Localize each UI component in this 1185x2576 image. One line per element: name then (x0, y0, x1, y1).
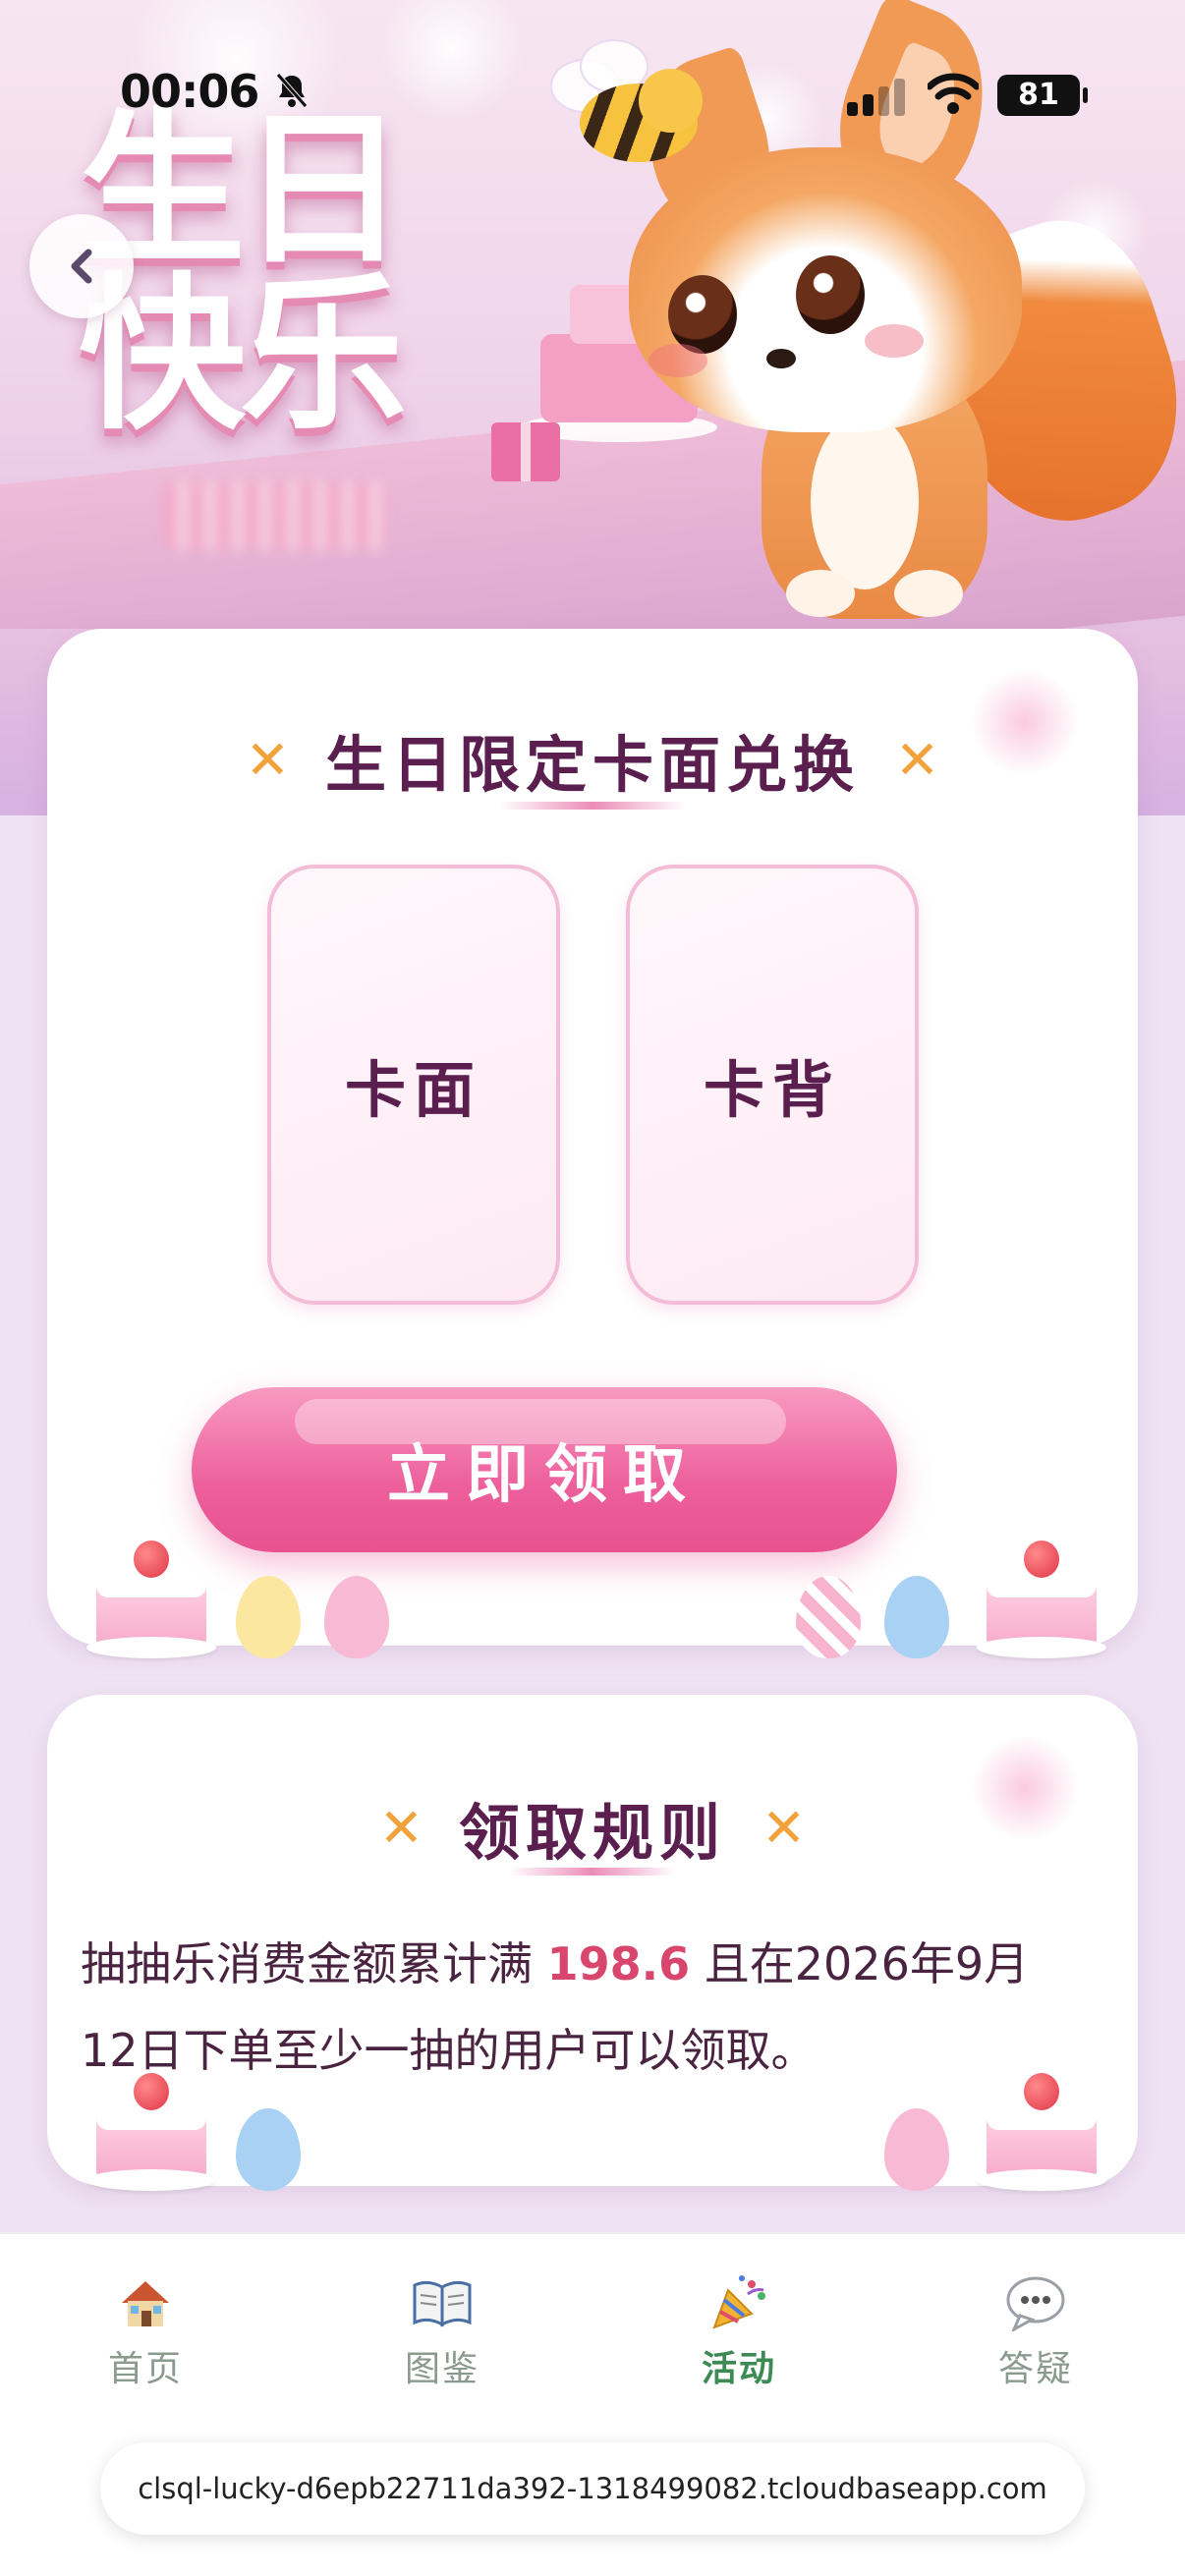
party-popper-icon (712, 2275, 765, 2329)
tab-catalog[interactable]: 图鉴 (364, 2271, 521, 2391)
claim-now-button[interactable]: 立即领取 (192, 1387, 897, 1552)
wifi-icon (928, 73, 979, 114)
birthday-title: 生日 快乐 (79, 93, 407, 453)
open-book-icon (413, 2280, 472, 2327)
speech-bubble-icon (1006, 2276, 1065, 2331)
chevron-left-icon (71, 249, 92, 284)
cellular-signal-icon (847, 77, 908, 116)
bell-muted-icon (276, 73, 308, 108)
card-back-option[interactable]: 卡背 (626, 865, 919, 1305)
card-title: 生日限定卡面兑换 (324, 729, 860, 801)
tab-home[interactable]: 首页 (67, 2271, 224, 2391)
rules-description: 抽抽乐消费金额累计满 198.6 且在2026年9月12日下单至少一抽的用户可以… (81, 1937, 1030, 2077)
sparkle-cross-icon: ✕ (378, 1796, 423, 1859)
back-button[interactable] (29, 214, 134, 318)
battery-indicator: 81 (997, 75, 1088, 116)
spend-amount: 198.6 (546, 1937, 691, 1990)
sparkle-cross-icon: ✕ (762, 1796, 807, 1859)
card-front-label: 卡面 (344, 1054, 482, 1126)
cake-decoration (977, 2067, 1106, 2195)
sparkle-cross-icon: ✕ (245, 728, 290, 791)
bee-illustration (550, 39, 703, 162)
tab-faq[interactable]: 答疑 (957, 2271, 1114, 2391)
cake-decoration (86, 2067, 216, 2195)
cake-decoration (977, 1535, 1106, 1662)
tab-activity[interactable]: 活动 (660, 2271, 818, 2391)
card-back-label: 卡背 (703, 1054, 841, 1126)
card-front-option[interactable]: 卡面 (267, 865, 560, 1305)
sparkle-cross-icon: ✕ (895, 728, 940, 791)
blurred-subtitle (162, 481, 388, 550)
rules-title: 领取规则 (458, 1797, 726, 1869)
status-time: 00:06 (120, 65, 259, 118)
browser-url-bar[interactable]: clsql-lucky-d6epb22711da392-1318499082.t… (100, 2442, 1085, 2535)
cake-decoration (86, 1535, 216, 1662)
house-icon (122, 2281, 169, 2326)
